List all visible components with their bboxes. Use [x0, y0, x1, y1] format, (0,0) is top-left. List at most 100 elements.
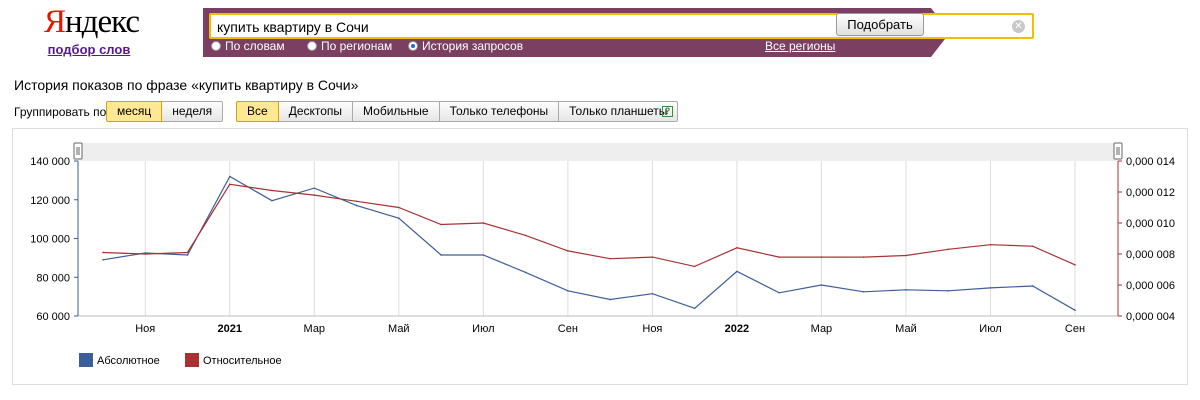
device-all-button[interactable]: Все — [236, 101, 279, 122]
series-absolute-point — [313, 187, 316, 189]
search-input-value: купить квартиру в Сочи — [217, 19, 369, 35]
series-absolute-point — [228, 175, 231, 178]
series-relative-point — [609, 257, 611, 260]
series-absolute-point — [102, 259, 104, 261]
series-absolute-point — [736, 270, 738, 273]
series-relative-point — [1031, 245, 1034, 248]
series-absolute-point — [947, 290, 950, 292]
range-handle-left-icon — [73, 142, 83, 160]
search-submit-button[interactable]: Подобрать — [836, 13, 924, 36]
series-relative-point — [482, 222, 485, 224]
series-relative-point — [989, 243, 992, 246]
x-tick-label: Сен — [1065, 323, 1085, 335]
series-relative-point — [736, 247, 738, 249]
radio-by-regions[interactable]: По регионам — [307, 39, 392, 53]
series-absolute-point — [862, 290, 865, 293]
radio-by-words[interactable]: По словам — [211, 39, 285, 53]
help-icon[interactable]: ? — [662, 106, 673, 117]
series-absolute-point — [482, 254, 485, 256]
radio-by-words-icon[interactable] — [211, 41, 221, 51]
radio-history-label: История запросов — [422, 39, 524, 53]
x-tick-label: Май — [388, 323, 410, 335]
series-relative-point — [440, 223, 442, 226]
x-tick-label: Май — [895, 323, 917, 335]
y-left-tick-label: 60 000 — [36, 311, 70, 323]
series-absolute-point — [186, 254, 189, 256]
device-mobile-button[interactable]: Мобильные — [353, 101, 440, 122]
series-relative-point — [102, 251, 104, 254]
y-right-tick-label: 0,000 004 — [1126, 311, 1175, 323]
series-relative-point — [355, 200, 358, 203]
y-left-tick-label: 80 000 — [36, 272, 70, 284]
y-left-tick-label: 140 000 — [30, 156, 70, 168]
x-tick-label: Июл — [979, 323, 1001, 335]
logo-wordmark: Яндекс — [44, 4, 140, 40]
yandex-logo[interactable]: Яндекс подбор слов — [44, 4, 140, 57]
legend-relative-swatch — [185, 353, 199, 367]
series-absolute-point — [820, 284, 823, 286]
series-relative-point — [186, 251, 189, 254]
clear-icon[interactable]: ✕ — [1012, 20, 1025, 33]
series-absolute-point — [693, 307, 696, 310]
legend-absolute-label: Абсолютное — [97, 355, 160, 367]
series-relative-point — [524, 234, 527, 237]
y-left-tick-label: 120 000 — [30, 195, 70, 207]
radio-by-words-label: По словам — [225, 39, 285, 53]
x-tick-label: Июл — [472, 323, 494, 335]
series-relative-point — [651, 256, 654, 258]
series-relative-point — [567, 250, 569, 252]
series-relative-point — [820, 256, 823, 258]
series-relative-point — [1074, 264, 1076, 266]
series-absolute-point — [651, 292, 654, 295]
y-right-tick-label: 0,000 014 — [1126, 156, 1175, 168]
x-tick-label: Сен — [558, 323, 578, 335]
series-absolute-point — [1031, 285, 1034, 287]
group-by-label: Группировать по: — [14, 105, 110, 119]
device-desktop-button[interactable]: Десктопы — [278, 101, 354, 122]
group-month-button[interactable]: месяц — [106, 101, 163, 122]
series-absolute-point — [905, 289, 907, 291]
history-chart-svg: Ноя 2021 Мар Май Июл Сен Ноя 2022 Мар Май Июл Сен 60… — [30, 142, 1175, 367]
series-relative-point — [693, 265, 696, 268]
radio-history[interactable]: История запросов — [408, 39, 523, 53]
series-absolute-point — [440, 254, 442, 256]
group-by-toggle: месяц неделя — [106, 101, 224, 122]
series-absolute-point — [778, 291, 780, 294]
y-right-tick-label: 0,000 006 — [1126, 280, 1175, 292]
series-relative-point — [778, 256, 780, 258]
radio-history-icon[interactable] — [408, 41, 418, 51]
device-filter-toggle: Все Десктопы Мобильные Только телефоны Т… — [236, 101, 679, 122]
legend-absolute-swatch — [79, 353, 93, 367]
series-relative-point — [862, 256, 865, 258]
x-tick-label: 2021 — [218, 323, 242, 335]
device-phones-button[interactable]: Только телефоны — [439, 101, 560, 122]
series-absolute-point — [398, 217, 400, 219]
series-relative-point — [271, 189, 273, 192]
series-absolute-point — [1074, 309, 1076, 311]
series-absolute-point — [989, 287, 992, 289]
group-week-button[interactable]: неделя — [162, 101, 224, 122]
series-absolute-point — [355, 204, 358, 207]
y-right-tick-label: 0,000 012 — [1126, 187, 1175, 199]
x-tick-label: Мар — [811, 323, 833, 335]
y-left-tick-label: 100 000 — [30, 234, 70, 246]
series-absolute-point — [524, 271, 527, 274]
x-tick-label: Ноя — [642, 323, 662, 335]
x-tick-label: Мар — [304, 323, 326, 335]
radio-by-regions-label: По регионам — [321, 39, 393, 53]
wordstat-link[interactable]: подбор слов — [44, 42, 134, 57]
device-tablets-button[interactable]: Только планшеты — [559, 101, 679, 122]
series-relative-point — [398, 206, 400, 209]
y-right-tick-label: 0,000 010 — [1126, 218, 1175, 230]
series-relative-point — [313, 194, 316, 196]
radio-by-regions-icon[interactable] — [307, 41, 317, 51]
page-title: История показов по фразе «купить квартир… — [14, 77, 359, 93]
series-absolute-point — [271, 199, 273, 202]
series-relative-point — [947, 248, 950, 251]
series-relative-line — [102, 183, 1076, 268]
all-regions-link[interactable]: Все регионы — [765, 39, 835, 53]
range-handle-right-icon — [1113, 142, 1123, 160]
series-relative-point — [228, 183, 231, 186]
y-right-tick-label: 0,000 008 — [1126, 249, 1175, 261]
x-tick-label: 2022 — [725, 323, 749, 335]
